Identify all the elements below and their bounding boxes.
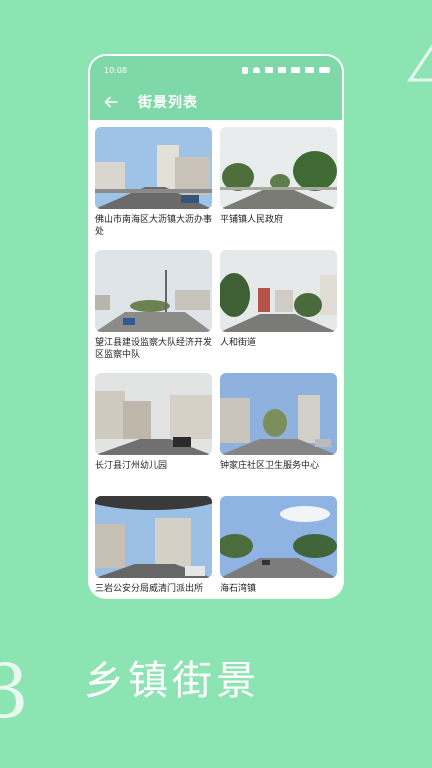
street-thumbnail	[95, 127, 212, 209]
street-thumbnail	[220, 250, 337, 332]
shield-icon	[242, 66, 248, 74]
status-bar: 10:08	[90, 56, 342, 84]
back-arrow-icon	[104, 96, 118, 108]
hd-icon	[278, 67, 286, 73]
list-item[interactable]: 钟家庄社区卫生服务中心	[220, 373, 337, 484]
list-item[interactable]: 望江县建设监察大队经济开发区监察中队	[95, 250, 212, 361]
list-item[interactable]: 三岩公安分局威清门派出所	[95, 496, 212, 597]
slogan-text: 乡镇街景	[84, 658, 260, 704]
signal-icon	[291, 67, 300, 73]
street-thumbnail	[95, 373, 212, 455]
decorative-triangle-icon	[407, 44, 432, 82]
list-item[interactable]: 平铺镇人民政府	[220, 127, 337, 238]
item-label: 望江县建设监察大队经济开发区监察中队	[95, 338, 213, 360]
status-time: 10:08	[104, 65, 128, 75]
status-icons	[242, 66, 330, 74]
item-label: 三岩公安分局威清门派出所	[95, 584, 204, 594]
item-label: 海石湾镇	[220, 584, 257, 594]
list-item[interactable]: 长汀县汀州幼儿园	[95, 373, 212, 484]
street-thumbnail	[220, 127, 337, 209]
nfc-icon	[265, 67, 273, 73]
street-thumbnail	[95, 496, 212, 578]
item-label: 人和街道	[220, 338, 257, 348]
street-thumbnail	[220, 496, 337, 578]
android-icon	[253, 67, 260, 73]
phone-screen: 10:08 街景列表 佛山市南海区大沥镇大沥办事处 平铺镇人民政府 望江县建设监…	[90, 56, 342, 597]
street-thumbnail	[220, 373, 337, 455]
app-bar: 街景列表	[90, 84, 342, 120]
street-thumbnail	[95, 250, 212, 332]
back-button[interactable]	[98, 89, 124, 115]
list-item[interactable]: 人和街道	[220, 250, 337, 361]
item-label: 佛山市南海区大沥镇大沥办事处	[95, 215, 213, 237]
page-title: 街景列表	[138, 95, 198, 111]
item-label: 长汀县汀州幼儿园	[95, 461, 168, 471]
signal-2-icon	[305, 67, 314, 73]
list-item[interactable]: 海石湾镇	[220, 496, 337, 597]
list-item[interactable]: 佛山市南海区大沥镇大沥办事处	[95, 127, 212, 238]
street-view-grid: 佛山市南海区大沥镇大沥办事处 平铺镇人民政府 望江县建设监察大队经济开发区监察中…	[90, 120, 342, 597]
item-label: 平铺镇人民政府	[220, 215, 284, 225]
item-label: 钟家庄社区卫生服务中心	[220, 461, 320, 471]
battery-icon	[319, 67, 330, 73]
decorative-number: 3	[0, 649, 30, 735]
